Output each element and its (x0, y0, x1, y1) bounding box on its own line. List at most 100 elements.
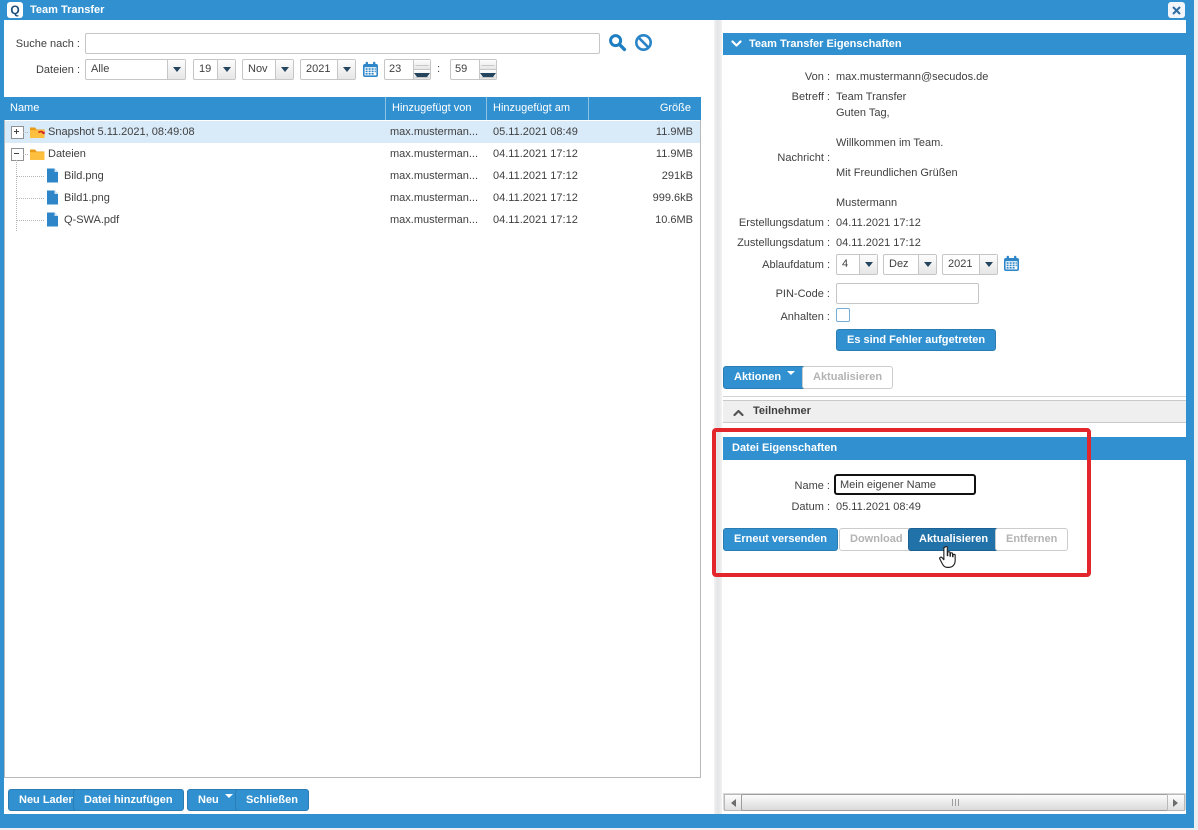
actions-menu-button[interactable]: Aktionen (723, 366, 806, 389)
folder-icon (29, 147, 46, 161)
row-size: 11.9MB (588, 121, 693, 143)
search-button[interactable] (608, 33, 627, 57)
from-label: Von : (723, 70, 830, 85)
row-name: Dateien (48, 143, 378, 165)
file-icon (46, 168, 59, 183)
refresh-button[interactable]: Aktualisieren (802, 366, 893, 389)
file-icon (46, 212, 59, 227)
scroll-right-button[interactable] (1167, 794, 1185, 811)
files-filter-select[interactable]: Alle (85, 59, 186, 80)
column-header-name[interactable]: Name (4, 97, 385, 120)
calendar-icon (1003, 255, 1020, 272)
scroll-left-button[interactable] (724, 794, 742, 811)
column-header-size[interactable]: Größe (588, 97, 701, 120)
clear-search-button[interactable] (634, 33, 653, 57)
row-size: 10.6MB (588, 209, 693, 231)
message-value: Guten Tag, Willkommen im Team. Mit Freun… (836, 106, 1166, 211)
resend-button[interactable]: Erneut versenden (723, 528, 838, 551)
expiry-date-picker-button[interactable] (1003, 255, 1020, 277)
add-file-button[interactable]: Datei hinzufügen (73, 789, 184, 811)
spin-down-icon[interactable] (480, 70, 496, 79)
calendar-icon (362, 61, 379, 78)
table-row-folder[interactable]: Dateien max.musterman... 04.11.2021 17:1… (5, 143, 700, 165)
table-row-snapshot[interactable]: Snapshot 5.11.2021, 08:49:08 max.musterm… (5, 121, 700, 143)
chevron-down-icon (217, 60, 235, 79)
spin-down-icon[interactable] (414, 70, 430, 79)
search-input[interactable] (85, 33, 600, 54)
expiry-day-select[interactable]: 4 (836, 254, 878, 275)
file-name-label: Name : (723, 479, 830, 494)
properties-section-header[interactable]: Team Transfer Eigenschaften (723, 33, 1186, 55)
row-added-by: max.musterman... (390, 165, 485, 187)
window-close-button[interactable] (1168, 2, 1185, 18)
row-size: 11.9MB (588, 143, 693, 165)
update-button[interactable]: Aktualisieren (908, 528, 999, 551)
row-added-by: max.musterman... (390, 121, 485, 143)
row-added-by: max.musterman... (390, 187, 485, 209)
table-row-file[interactable]: Bild1.png max.musterman... 04.11.2021 17… (5, 187, 700, 209)
screen: Q Team Transfer Suche nach : (0, 0, 1198, 830)
day-value: 19 (194, 60, 217, 79)
from-value: max.mustermann@secudos.de (836, 70, 988, 85)
chevron-down-icon (731, 40, 742, 48)
expiry-month-select[interactable]: Dez (883, 254, 937, 275)
file-name-input[interactable] (834, 474, 976, 495)
arrow-left-icon (727, 799, 736, 807)
subject-value: Team Transfer (836, 90, 906, 105)
expiry-month-value: Dez (884, 255, 918, 274)
window-border-right (1186, 20, 1194, 814)
year-select[interactable]: 2021 (300, 59, 356, 80)
chevron-down-icon (787, 371, 795, 379)
day-select[interactable]: 19 (193, 59, 236, 80)
minute-value: 59 (451, 60, 479, 79)
table-row-file[interactable]: Bild.png max.musterman... 04.11.2021 17:… (5, 165, 700, 187)
errors-button[interactable]: Es sind Fehler aufgetreten (836, 329, 996, 351)
file-properties-header: Datei Eigenschaften (723, 437, 1186, 460)
title-bar (0, 0, 1194, 20)
table-row-file[interactable]: Q-SWA.pdf max.musterman... 04.11.2021 17… (5, 209, 700, 231)
created-label: Erstellungsdatum : (723, 216, 830, 231)
close-button[interactable]: Schließen (235, 789, 309, 811)
column-header-added-by[interactable]: Hinzugefügt von (385, 97, 486, 120)
column-header-added-at[interactable]: Hinzugefügt am (486, 97, 588, 120)
chevron-down-icon (167, 60, 185, 79)
year-value: 2021 (301, 60, 337, 79)
expiry-year-select[interactable]: 2021 (942, 254, 998, 275)
close-icon (1172, 6, 1181, 15)
row-size: 999.6kB (588, 187, 693, 209)
row-name: Bild.png (64, 165, 378, 187)
date-picker-button[interactable] (362, 61, 379, 83)
download-button[interactable]: Download (839, 528, 914, 551)
row-name: Snapshot 5.11.2021, 08:49:08 (48, 121, 378, 143)
spin-up-icon[interactable] (414, 60, 430, 70)
hold-checkbox[interactable] (836, 308, 850, 322)
participants-section-header[interactable]: Teilnehmer (723, 400, 1186, 423)
created-value: 04.11.2021 17:12 (836, 216, 921, 231)
expiry-day-value: 4 (837, 255, 859, 274)
spin-up-icon[interactable] (480, 60, 496, 70)
delivered-label: Zustellungsdatum : (723, 236, 830, 251)
snapshot-folder-icon (29, 125, 46, 139)
row-added-at: 04.11.2021 17:12 (493, 209, 591, 231)
pin-input[interactable] (836, 283, 979, 304)
row-added-at: 04.11.2021 17:12 (493, 143, 591, 165)
search-icon (608, 33, 627, 52)
scrollbar-thumb[interactable] (741, 794, 1170, 811)
hold-label: Anhalten : (723, 310, 830, 325)
panel-splitter[interactable] (714, 20, 722, 814)
month-value: Nov (243, 60, 275, 79)
expiry-year-value: 2021 (943, 255, 979, 274)
remove-button[interactable]: Entfernen (995, 528, 1068, 551)
search-label: Suche nach : (8, 37, 80, 52)
row-name: Bild1.png (64, 187, 378, 209)
file-date-label: Datum : (723, 500, 830, 515)
hour-stepper[interactable]: 23 (384, 59, 431, 80)
chevron-down-icon (275, 60, 293, 79)
minute-stepper[interactable]: 59 (450, 59, 497, 80)
month-select[interactable]: Nov (242, 59, 294, 80)
section-divider (723, 396, 1186, 397)
row-size: 291kB (588, 165, 693, 187)
horizontal-scrollbar[interactable] (723, 793, 1186, 810)
cancel-icon (634, 33, 653, 52)
message-label: Nachricht : (723, 106, 830, 211)
